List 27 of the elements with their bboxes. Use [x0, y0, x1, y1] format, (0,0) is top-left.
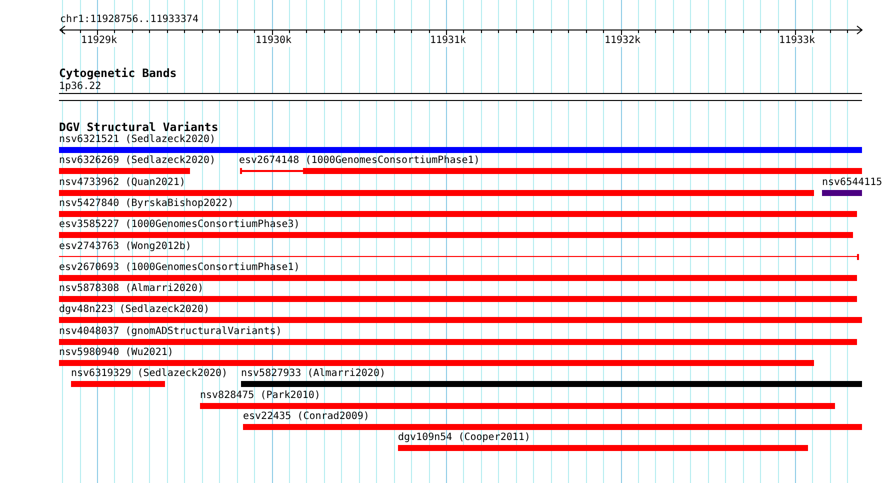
- feature-label: nsv5980940 (Wu2021): [59, 347, 174, 359]
- feature-label: esv2743763 (Wong2012b): [59, 240, 192, 252]
- ruler-tick-label: 11931k: [430, 35, 466, 47]
- feature-label: esv2670693 (1000GenomesConsortiumPhase1): [59, 262, 300, 274]
- feature-label: nsv5427840 (ByrskaBishop2022): [59, 198, 234, 210]
- ruler-tick-label: 11933k: [778, 35, 816, 47]
- feature-label: nsv6544115: [822, 176, 882, 189]
- feature-label: dgv109n54 (Cooper2011): [398, 432, 530, 444]
- feature-label: esv3585227 (1000GenomesConsortiumPhase3): [59, 219, 300, 232]
- feature-label: dgv48n223 (Sedlazeck2020): [59, 304, 210, 316]
- feature-label: nsv6319329 (Sedlazeck2020): [71, 368, 228, 380]
- feature-label: nsv5878308 (Almarri2020): [59, 283, 204, 296]
- ruler-tick-label: 11932k: [604, 35, 641, 47]
- ruler-tick-label: 11929k: [80, 35, 118, 47]
- feature-label: nsv828475 (Park2010): [200, 390, 320, 402]
- feature-label: nsv6326269 (Sedlazeck2020): [59, 155, 216, 168]
- feature-label: nsv4733962 (Quan2021): [59, 176, 186, 189]
- ruler-tick-label: 11930k: [255, 35, 292, 47]
- track-title: Cytogenetic Bands: [59, 67, 177, 80]
- feature-label: esv2674148 (1000GenomesConsortiumPhase1): [239, 155, 480, 168]
- track-title: DGV Structural Variants: [59, 121, 218, 134]
- feature-label: nsv4048037 (gnomADStructuralVariants): [59, 326, 282, 338]
- feature-label: nsv5827933 (Almarri2020): [241, 368, 386, 380]
- feature-label: nsv6321521 (Sedlazeck2020): [59, 134, 216, 146]
- location-label: chr1:11928756..11933374: [60, 14, 198, 26]
- band-label: 1p36.22: [59, 81, 102, 93]
- feature-label: esv22435 (Conrad2009): [243, 410, 370, 423]
